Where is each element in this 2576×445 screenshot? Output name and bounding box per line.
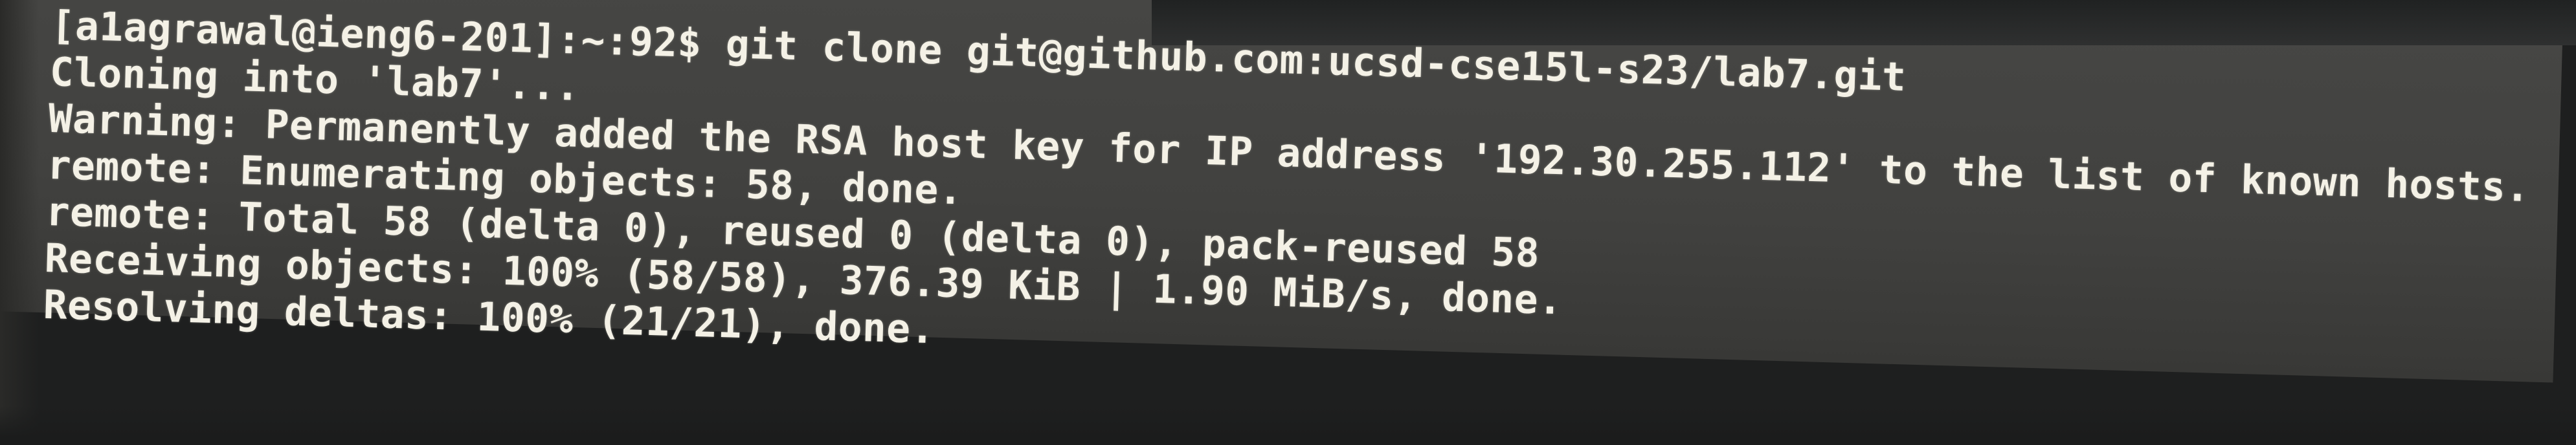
monitor-edge [0,0,39,445]
terminal-output[interactable]: [a1agrawal@ieng6-201]:~:92$ git clone gi… [43,3,2533,398]
monitor-bezel [1152,0,2576,45]
monitor-bottom-shadow [0,406,2576,445]
